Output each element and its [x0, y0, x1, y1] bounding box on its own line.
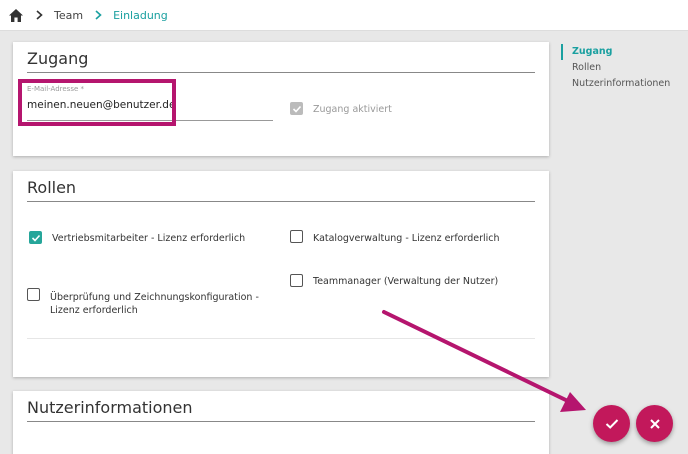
- close-icon: [649, 418, 660, 429]
- annotation-arrow: [382, 310, 586, 412]
- confirm-button[interactable]: [593, 405, 630, 442]
- cancel-button[interactable]: [636, 405, 673, 442]
- check-icon: [605, 418, 618, 429]
